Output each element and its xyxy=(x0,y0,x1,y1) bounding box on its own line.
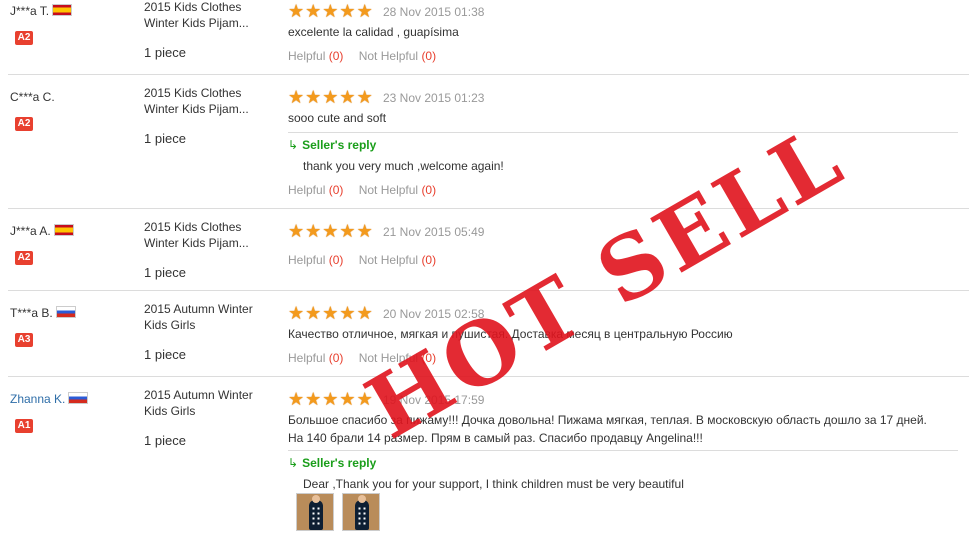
product-name-line: 2015 Kids Clothes xyxy=(144,220,242,234)
star-rating: ★ ★ ★ ★ ★ xyxy=(288,303,373,323)
helpful-link[interactable]: Helpful (0) xyxy=(288,253,343,267)
helpful-votes: Helpful (0) Not Helpful (0) xyxy=(288,49,436,63)
star-icon: ★ xyxy=(322,221,339,241)
star-rating: ★ ★ ★ ★ ★ xyxy=(288,389,373,409)
helpful-link[interactable]: Helpful (0) xyxy=(288,351,343,365)
seller-reply-heading: ↳ Seller's reply xyxy=(288,456,377,470)
review-date: 28 Nov 2015 01:38 xyxy=(383,5,485,19)
buyer-name-link[interactable]: Zhanna K. xyxy=(10,392,89,406)
star-icon: ★ xyxy=(356,87,373,107)
seller-reply-text: thank you very much ,welcome again! xyxy=(303,159,504,173)
not-helpful-link[interactable]: Not Helpful (0) xyxy=(359,183,436,197)
buyer-level-badge: A2 xyxy=(15,117,33,131)
product-name-line: Kids Girls xyxy=(144,404,196,418)
star-icon: ★ xyxy=(339,303,356,323)
product-link[interactable]: 2015 Kids Clothes Winter Kids Pijam... xyxy=(144,85,264,117)
review-date: 23 Nov 2015 01:23 xyxy=(383,91,485,105)
product-link[interactable]: 2015 Kids Clothes Winter Kids Pijam... xyxy=(144,219,264,251)
helpful-votes: Helpful (0) Not Helpful (0) xyxy=(288,183,436,197)
star-rating: ★ ★ ★ ★ ★ xyxy=(288,1,373,21)
quantity: 1 piece xyxy=(144,45,186,60)
star-icon: ★ xyxy=(288,221,305,241)
product-name-line: 2015 Kids Clothes xyxy=(144,86,242,100)
product-link[interactable]: 2015 Autumn Winter Kids Girls xyxy=(144,301,264,333)
star-icon: ★ xyxy=(356,221,373,241)
star-icon: ★ xyxy=(288,87,305,107)
product-name-line: 2015 Kids Clothes xyxy=(144,0,242,14)
star-icon: ★ xyxy=(288,1,305,21)
product-name-line: Kids Girls xyxy=(144,318,196,332)
star-icon: ★ xyxy=(322,87,339,107)
star-icon: ★ xyxy=(305,221,322,241)
star-icon: ★ xyxy=(339,87,356,107)
star-icon: ★ xyxy=(356,1,373,21)
not-helpful-link[interactable]: Not Helpful (0) xyxy=(359,49,436,63)
product-name-line: 2015 Autumn Winter xyxy=(144,302,253,316)
review-photo-thumbnail[interactable] xyxy=(342,493,380,531)
star-icon: ★ xyxy=(322,303,339,323)
buyer-name: J***a A. xyxy=(10,224,74,238)
helpful-link[interactable]: Helpful (0) xyxy=(288,183,343,197)
review-comment: sooo cute and soft xyxy=(288,111,387,125)
star-icon: ★ xyxy=(339,1,356,21)
quantity: 1 piece xyxy=(144,347,186,362)
reply-divider xyxy=(288,132,958,133)
star-icon: ★ xyxy=(288,389,305,409)
product-link[interactable]: 2015 Autumn Winter Kids Girls xyxy=(144,387,264,419)
quantity: 1 piece xyxy=(144,131,186,146)
star-icon: ★ xyxy=(305,389,322,409)
spain-flag-icon xyxy=(52,4,73,16)
review-date: 21 Nov 2015 05:49 xyxy=(383,225,485,239)
product-name-line: Winter Kids Pijam... xyxy=(144,102,249,116)
seller-reply-text: Dear ,Thank you for your support, I thin… xyxy=(303,477,684,491)
star-icon: ★ xyxy=(339,221,356,241)
review-photo-thumbnail[interactable] xyxy=(296,493,334,531)
spain-flag-icon xyxy=(53,224,74,236)
buyer-name: C***a C. xyxy=(10,90,55,104)
star-icon: ★ xyxy=(339,389,356,409)
product-name-line: Winter Kids Pijam... xyxy=(144,236,249,250)
star-icon: ★ xyxy=(305,1,322,21)
reply-divider xyxy=(288,450,958,451)
buyer-level-badge: A2 xyxy=(15,251,33,265)
seller-reply-heading: ↳ Seller's reply xyxy=(288,138,377,152)
star-icon: ★ xyxy=(288,303,305,323)
reply-arrow-icon: ↳ xyxy=(288,138,299,152)
quantity: 1 piece xyxy=(144,265,186,280)
product-name-line: Winter Kids Pijam... xyxy=(144,16,249,30)
buyer-level-badge: A1 xyxy=(15,419,33,433)
russia-flag-icon xyxy=(55,306,76,318)
product-name-line: 2015 Autumn Winter xyxy=(144,388,253,402)
russia-flag-icon xyxy=(68,392,89,404)
buyer-level-badge: A3 xyxy=(15,333,33,347)
star-rating: ★ ★ ★ ★ ★ xyxy=(288,221,373,241)
star-icon: ★ xyxy=(322,389,339,409)
not-helpful-link[interactable]: Not Helpful (0) xyxy=(359,253,436,267)
star-icon: ★ xyxy=(322,1,339,21)
product-link[interactable]: 2015 Kids Clothes Winter Kids Pijam... xyxy=(144,0,264,31)
buyer-name: T***a B. xyxy=(10,306,76,320)
review-comment: excelente la calidad , guapísima xyxy=(288,25,459,39)
star-icon: ★ xyxy=(305,87,322,107)
buyer-name: J***a T. xyxy=(10,4,73,18)
quantity: 1 piece xyxy=(144,433,186,448)
star-icon: ★ xyxy=(305,303,322,323)
reply-arrow-icon: ↳ xyxy=(288,456,299,470)
helpful-votes: Helpful (0) Not Helpful (0) xyxy=(288,253,436,267)
star-rating: ★ ★ ★ ★ ★ xyxy=(288,87,373,107)
helpful-link[interactable]: Helpful (0) xyxy=(288,49,343,63)
star-icon: ★ xyxy=(356,303,373,323)
buyer-level-badge: A2 xyxy=(15,31,33,45)
